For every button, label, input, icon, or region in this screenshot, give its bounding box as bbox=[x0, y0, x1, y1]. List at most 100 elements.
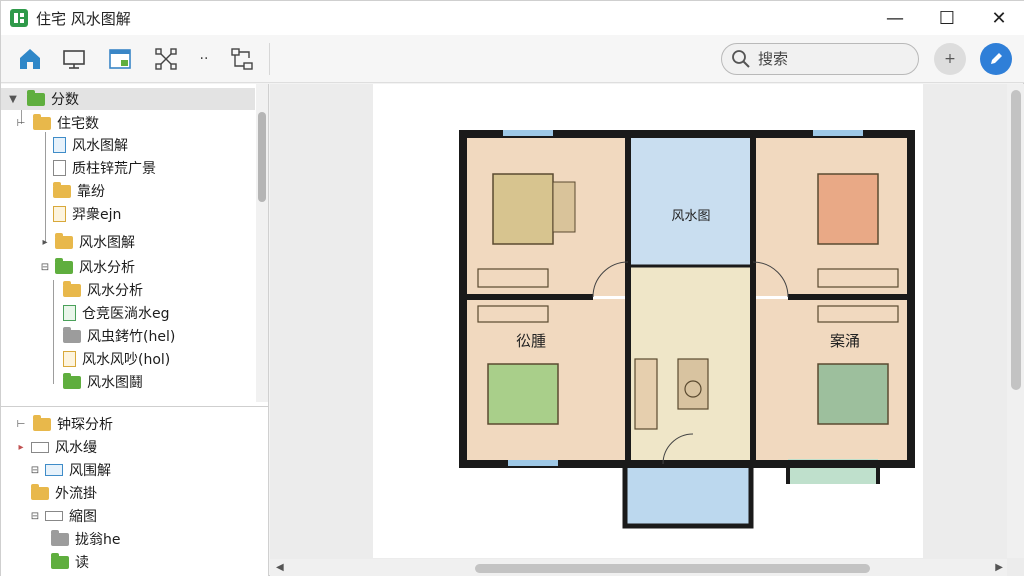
scroll-left-icon[interactable]: ◀ bbox=[276, 562, 284, 573]
window-controls: — ☐ ✕ bbox=[869, 1, 1024, 35]
tree-item[interactable]: 靠纷 bbox=[53, 180, 105, 202]
canvas-horizontal-scrollbar[interactable]: ◀ ▶ bbox=[270, 559, 1007, 576]
expander-icon[interactable]: ⊟ bbox=[39, 262, 51, 273]
room-label: 案涌 bbox=[830, 332, 860, 350]
canvas-horizontal-thumb[interactable] bbox=[475, 564, 870, 573]
tree-item-label: 羿衆ejn bbox=[72, 207, 122, 223]
folder-icon bbox=[27, 89, 45, 106]
tree-item[interactable]: 风虫銬竹(hel) bbox=[63, 325, 175, 347]
tree-item[interactable]: 风水风吵(hol) bbox=[63, 348, 170, 370]
folder-icon bbox=[51, 552, 69, 569]
more-icon[interactable]: ·· bbox=[189, 44, 219, 74]
tree-item[interactable]: ⊢ 住宅数 bbox=[15, 112, 99, 134]
document-icon bbox=[63, 305, 76, 321]
room-label: 彸腫 bbox=[516, 332, 546, 350]
tree-item-label: 风围解 bbox=[69, 463, 111, 479]
tree-item-label: 钟琛分析 bbox=[57, 417, 113, 433]
toolbar: ·· + bbox=[1, 35, 1024, 83]
expander-icon[interactable]: ▸ bbox=[39, 237, 51, 248]
document-icon bbox=[53, 160, 66, 176]
folder-icon bbox=[53, 181, 71, 198]
tree-root[interactable]: ▼ 分数 bbox=[1, 88, 255, 110]
tree-root-label: 分数 bbox=[51, 92, 79, 108]
collapse-icon[interactable]: ▼ bbox=[7, 94, 19, 105]
tree-item[interactable]: 外流掛 bbox=[31, 482, 97, 504]
tree-item[interactable]: ⊟ 风水分析 bbox=[39, 256, 135, 278]
tree-item-label: 读 bbox=[75, 555, 89, 571]
canvas-vertical-thumb[interactable] bbox=[1011, 90, 1021, 390]
expander-icon[interactable]: ⊟ bbox=[29, 511, 41, 522]
title-bar: 住宅 风水图解 — ☐ ✕ bbox=[1, 1, 1024, 35]
tree-item-label: 风水风吵(hol) bbox=[82, 352, 171, 368]
window-icon bbox=[31, 441, 49, 453]
edit-button[interactable] bbox=[980, 43, 1012, 75]
tree-item[interactable]: ⊢ 钟琛分析 bbox=[15, 413, 113, 435]
expander-icon[interactable]: ▸ bbox=[15, 442, 27, 453]
folder-icon bbox=[63, 326, 81, 343]
add-button[interactable]: + bbox=[934, 43, 966, 75]
monitor-icon[interactable] bbox=[59, 44, 89, 74]
window-icon[interactable] bbox=[105, 44, 135, 74]
tree-item[interactable]: ⊟ 风围解 bbox=[29, 459, 111, 481]
tree-item[interactable]: ▸ 风水图解 bbox=[39, 231, 135, 253]
tree-item-label: 风虫銬竹(hel) bbox=[87, 329, 176, 345]
tree-item[interactable]: 仓竞医淌水eg bbox=[63, 302, 170, 324]
drawing-canvas[interactable]: 风水图 彸腫 案涌 ◀ ▶ bbox=[270, 84, 1024, 576]
tree-item-label: 风水图解 bbox=[72, 138, 128, 154]
folder-icon bbox=[55, 232, 73, 249]
tree-item-label: 靠纷 bbox=[77, 184, 105, 200]
search-box[interactable] bbox=[721, 43, 919, 75]
pencil-icon bbox=[991, 53, 1002, 64]
tree-item-label: 外流掛 bbox=[55, 486, 97, 502]
window-icon bbox=[45, 464, 63, 476]
tree-item[interactable]: 拢翁he bbox=[51, 528, 121, 550]
floor-plan-sheet: 风水图 彸腫 案涌 bbox=[373, 84, 923, 558]
maximize-button[interactable]: ☐ bbox=[921, 1, 973, 35]
expander-icon[interactable]: ⊢ bbox=[15, 419, 27, 430]
expander-icon[interactable]: ⊢ bbox=[15, 118, 27, 129]
folder-icon bbox=[51, 529, 69, 546]
tree-item[interactable]: 风水分析 bbox=[63, 279, 143, 301]
project-tree: ▼ 分数 ⊢ 住宅数 风水图解 质柱锌荒广景 靠纷 羿衆ejn ▸ 风水图解 ⊟… bbox=[1, 84, 269, 576]
tree-scroll-thumb[interactable] bbox=[258, 112, 266, 202]
panel-divider[interactable] bbox=[1, 406, 268, 407]
folder-icon bbox=[63, 280, 81, 297]
app-logo-icon bbox=[10, 9, 28, 27]
tree-item[interactable]: 风水图鬪 bbox=[63, 371, 143, 393]
folder-icon bbox=[55, 257, 73, 274]
tree-item[interactable]: 风水图解 bbox=[53, 134, 128, 156]
tree-item-label: 风水分析 bbox=[87, 283, 143, 299]
tree-item-label: 拢翁he bbox=[75, 532, 121, 548]
window-title: 住宅 风水图解 bbox=[36, 9, 131, 28]
tree-scrollbar[interactable] bbox=[256, 84, 268, 402]
minimize-button[interactable]: — bbox=[869, 1, 921, 35]
tree-item-label: 风水分析 bbox=[79, 260, 135, 276]
document-icon bbox=[63, 351, 76, 367]
tree-item-label: 质柱锌荒广景 bbox=[72, 161, 156, 177]
home-icon[interactable] bbox=[15, 44, 45, 74]
expander-icon[interactable]: ⊟ bbox=[29, 465, 41, 476]
tree-item[interactable]: 羿衆ejn bbox=[53, 203, 121, 225]
folder-icon bbox=[33, 113, 51, 130]
window-icon bbox=[45, 511, 63, 521]
document-icon bbox=[53, 137, 66, 153]
search-input[interactable] bbox=[758, 50, 908, 68]
close-button[interactable]: ✕ bbox=[973, 1, 1024, 35]
tree-item[interactable]: ⊟ 縮图 bbox=[29, 505, 97, 527]
tree-item-label: 仓竞医淌水eg bbox=[82, 306, 170, 322]
search-icon bbox=[732, 50, 750, 68]
tree-item-label: 住宅数 bbox=[57, 116, 99, 132]
tree-item[interactable]: ▸ 风水缦 bbox=[15, 436, 97, 458]
tree-item-label: 縮图 bbox=[69, 509, 97, 525]
scroll-right-icon[interactable]: ▶ bbox=[995, 562, 1003, 573]
tree-item-label: 风水图解 bbox=[79, 235, 135, 251]
tree-item[interactable]: 读 bbox=[51, 551, 89, 573]
canvas-vertical-scrollbar[interactable] bbox=[1007, 84, 1024, 558]
folder-icon bbox=[31, 483, 49, 500]
tree-item[interactable]: 质柱锌荒广景 bbox=[53, 157, 156, 179]
toolbar-divider bbox=[269, 43, 270, 75]
network-icon[interactable] bbox=[151, 44, 181, 74]
flow-icon[interactable] bbox=[227, 44, 257, 74]
room-label: 风水图 bbox=[671, 209, 710, 224]
document-icon bbox=[53, 206, 66, 222]
